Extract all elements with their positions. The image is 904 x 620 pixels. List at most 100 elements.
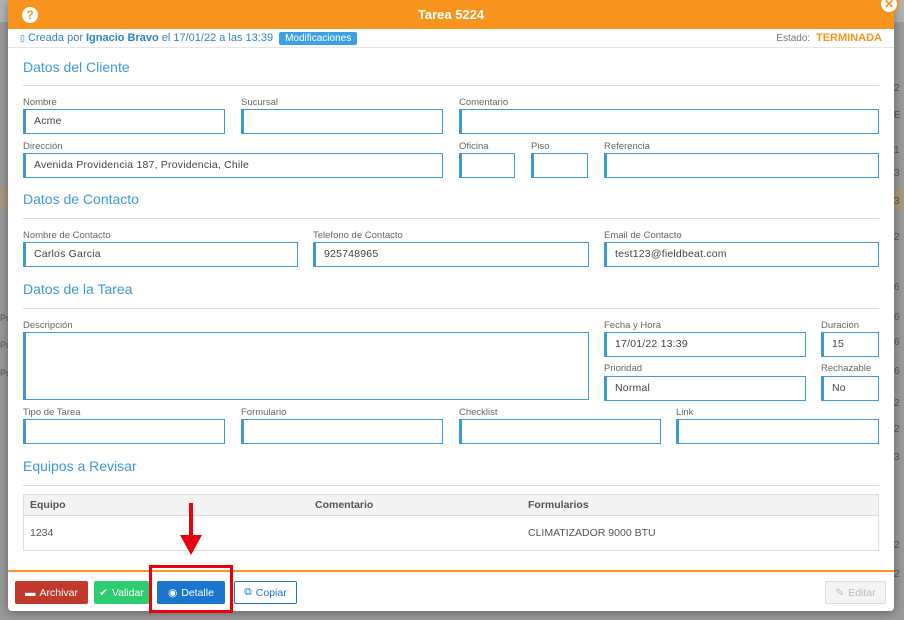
background-cell: Pu — [0, 313, 12, 323]
checklist-field[interactable] — [459, 419, 661, 444]
checklist-label: Checklist — [459, 407, 498, 418]
rejectable-label: Rechazable — [821, 363, 872, 374]
office-field[interactable] — [459, 153, 515, 178]
background-cell: 2 — [894, 569, 900, 580]
datetime-label: Fecha y Hora — [604, 320, 662, 331]
annotation-highlight-box — [149, 565, 233, 613]
link-field[interactable] — [676, 419, 879, 444]
contact-email-field[interactable]: test123@fieldbeat.com — [604, 242, 879, 267]
column-header-comment[interactable]: Comentario — [309, 499, 522, 511]
client-name-field[interactable]: Acme — [23, 109, 225, 134]
status: Estado: TERMINADA — [776, 32, 882, 44]
modal-footer: ▬ Archivar ✔ Validar ◉ Detalle ⧉ Copiar … — [8, 570, 894, 611]
section-title-client: Datos del Cliente — [23, 59, 130, 75]
column-header-equipment[interactable]: Equipo — [24, 499, 309, 511]
created-date: el 17/01/22 a las 13:39 — [161, 32, 274, 44]
form-field[interactable] — [241, 419, 443, 444]
archive-icon: ▬ — [24, 586, 36, 599]
section-title-contact: Datos de Contacto — [23, 191, 139, 207]
address-field[interactable]: Avenida Providencia 187, Providencia, Ch… — [23, 153, 443, 178]
floor-field[interactable] — [531, 153, 588, 178]
office-label: Oficina — [459, 141, 489, 152]
cell-forms: CLIMATIZADOR 9000 BTU — [528, 527, 656, 539]
section-title-task: Datos de la Tarea — [23, 281, 133, 297]
section-divider — [23, 218, 879, 219]
section-divider — [23, 85, 879, 86]
comment-field[interactable] — [459, 109, 879, 134]
section-divider — [23, 308, 879, 309]
floor-label: Piso — [531, 141, 550, 152]
background-cell: Pu — [0, 368, 12, 378]
address-label: Dirección — [23, 141, 63, 152]
modal-title: Tarea 5224 — [417, 7, 485, 22]
rejectable-field[interactable]: No — [821, 376, 879, 401]
copy-icon: ⧉ — [244, 586, 252, 598]
copy-button[interactable]: ⧉ Copiar — [234, 581, 297, 604]
section-title-equipment: Equipos a Revisar — [23, 458, 137, 474]
contact-email-label: Email de Contacto — [604, 230, 682, 241]
background-cell: 2 — [894, 83, 900, 94]
duration-field[interactable]: 15 — [821, 332, 879, 357]
reference-label: Referencia — [604, 141, 650, 152]
background-cell: 6 — [894, 282, 900, 293]
info-icon: ▯ — [20, 32, 25, 43]
equipment-table: Equipo Comentario Formularios 1234 CLIMA… — [23, 494, 879, 551]
task-type-label: Tipo de Tarea — [23, 407, 81, 418]
priority-field[interactable]: Normal — [604, 376, 806, 401]
column-header-forms[interactable]: Formularios — [522, 499, 878, 511]
background-cell: 2 — [894, 232, 900, 243]
contact-name-label: Nombre de Contacto — [23, 230, 111, 241]
background-cell: 6 — [894, 312, 900, 323]
background-cell: 3 — [894, 196, 900, 207]
copy-button-label: Copiar — [255, 586, 287, 599]
changes-badge[interactable]: Modificaciones — [279, 31, 358, 45]
datetime-field[interactable]: 17/01/22 13:39 — [604, 332, 806, 357]
cell-equipment: 1234 — [30, 527, 54, 539]
validate-button-label: Validar — [111, 586, 144, 599]
task-type-field[interactable] — [23, 419, 225, 444]
check-icon: ✔ — [99, 586, 108, 599]
task-modal: ? Tarea 5224 ▯ Creada por Ignacio Bravo … — [8, 0, 894, 611]
link-label: Link — [676, 407, 694, 418]
background-cell: 6 — [894, 366, 900, 377]
background-cell: 3 — [894, 452, 900, 463]
form-label: Formulario — [241, 407, 287, 418]
help-icon[interactable]: ? — [22, 7, 38, 23]
task-meta: ▯ Creada por Ignacio Bravo el 17/01/22 a… — [8, 29, 894, 48]
background-cell: 6 — [894, 337, 900, 348]
edit-button[interactable]: ✎ Editar — [825, 581, 886, 604]
section-divider — [23, 485, 879, 486]
priority-label: Prioridad — [604, 363, 643, 374]
archive-button-label: Archivar — [39, 586, 78, 599]
background-cell: E — [894, 110, 901, 121]
description-label: Descripción — [23, 320, 73, 331]
background-cell: Pu — [0, 340, 12, 350]
background-cell: 2 — [894, 398, 900, 409]
reference-field[interactable] — [604, 153, 879, 178]
contact-name-field[interactable]: Carlos Garcia — [23, 242, 298, 267]
background-cell: 2 — [894, 424, 900, 435]
contact-phone-field[interactable]: 925748965 — [313, 242, 589, 267]
validate-button[interactable]: ✔ Validar — [94, 581, 149, 604]
background-cell: 3 — [894, 168, 900, 179]
pencil-icon: ✎ — [835, 586, 845, 599]
branch-label: Sucursal — [241, 97, 278, 108]
contact-phone-label: Telefono de Contacto — [313, 230, 403, 241]
table-row[interactable]: 1234 CLIMATIZADOR 9000 BTU — [24, 516, 878, 550]
annotation-arrow-icon — [180, 503, 202, 555]
name-label: Nombre — [23, 97, 57, 108]
description-field[interactable] — [23, 332, 589, 400]
background-cell: 1 — [894, 145, 900, 156]
modal-body: Datos del Cliente Nombre Acme Sucursal C… — [8, 49, 894, 570]
status-value: TERMINADA — [816, 32, 882, 44]
duration-label: Duración — [821, 320, 860, 331]
status-label: Estado: — [776, 33, 811, 44]
edit-button-label: Editar — [848, 586, 876, 599]
created-prefix: Creada por — [27, 32, 83, 44]
archive-button[interactable]: ▬ Archivar — [15, 581, 88, 604]
branch-field[interactable] — [241, 109, 443, 134]
comment-label: Comentario — [459, 97, 509, 108]
created-by-link[interactable]: Ignacio Bravo — [86, 32, 159, 44]
modal-header: ? Tarea 5224 — [8, 0, 894, 29]
table-header: Equipo Comentario Formularios — [24, 495, 878, 516]
